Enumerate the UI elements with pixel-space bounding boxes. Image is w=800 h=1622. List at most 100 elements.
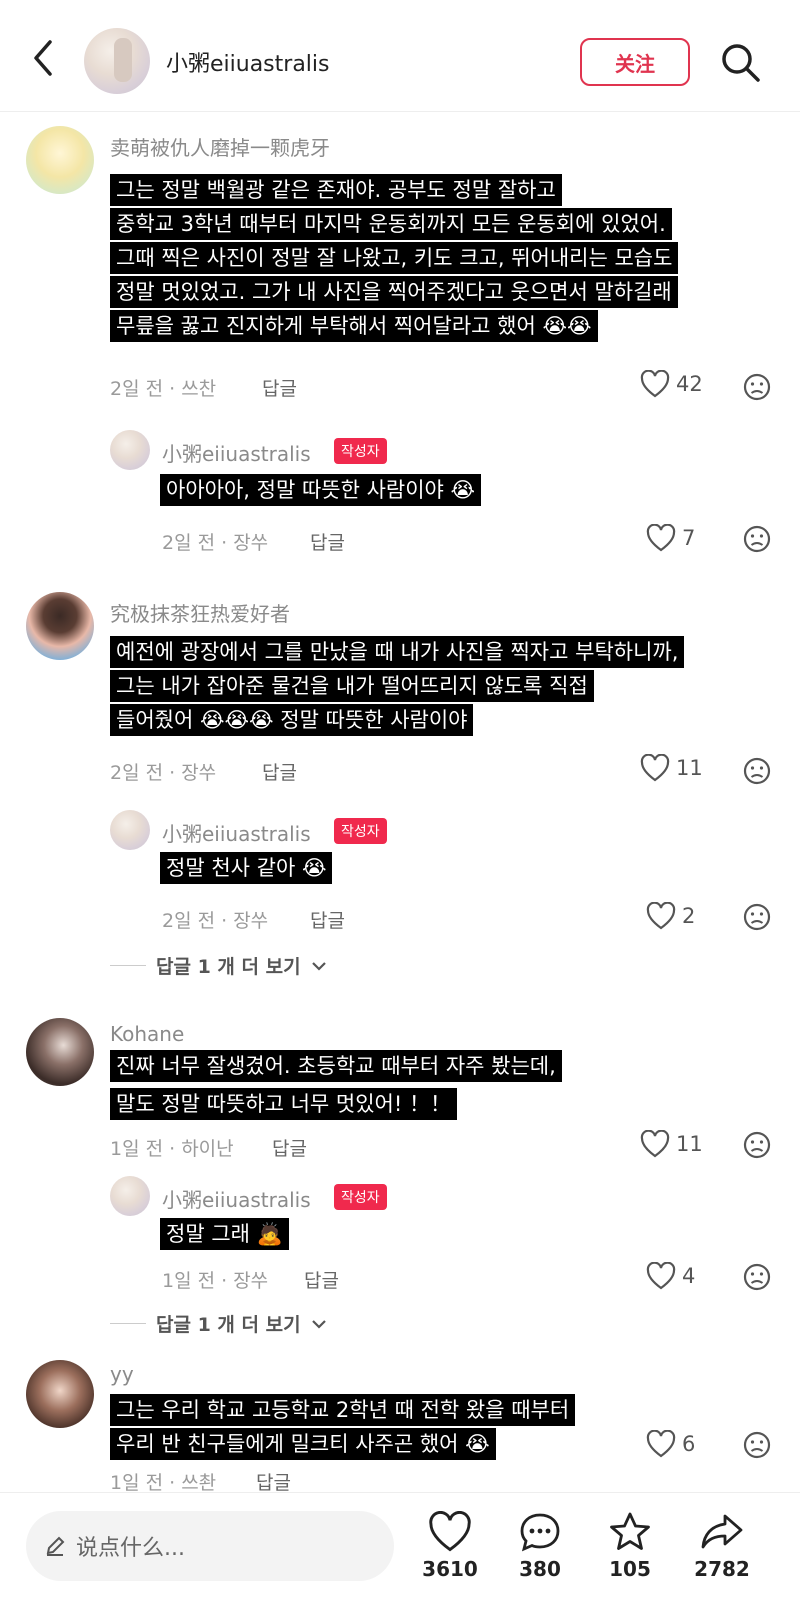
- comment-text-line: 들어줬어 😭😭😭 정말 따뜻한 사람이야: [110, 704, 474, 736]
- heart-icon: [646, 902, 676, 930]
- like-post-button[interactable]: 3610: [410, 1511, 490, 1581]
- reply-text: 정말 그래 🙇: [160, 1218, 289, 1250]
- heart-icon: [640, 370, 670, 398]
- reply-button[interactable]: 답글: [310, 528, 345, 555]
- comment-meta: 2일 전 · 쓰찬: [110, 378, 217, 400]
- reply-button[interactable]: 답글: [262, 758, 297, 785]
- dislike-icon[interactable]: [742, 524, 772, 554]
- commenter-avatar[interactable]: [26, 1018, 94, 1086]
- commenter-name[interactable]: yy: [110, 1362, 134, 1386]
- divider-line: [110, 1323, 146, 1324]
- commenter-name[interactable]: 究极抹茶狂热爱好者: [110, 598, 290, 627]
- dislike-icon[interactable]: [742, 902, 772, 932]
- comment-text-line: 말도 정말 따뜻하고 너무 멋있어! ！！: [110, 1088, 457, 1120]
- top-bar: 小粥eiiuastralis 关注: [0, 0, 800, 112]
- share-button[interactable]: 2782: [682, 1511, 762, 1581]
- dislike-icon[interactable]: [742, 1130, 772, 1160]
- dislike-icon[interactable]: [742, 1262, 772, 1292]
- reply-button[interactable]: 답글: [272, 1134, 307, 1161]
- like-button[interactable]: 7: [646, 524, 695, 552]
- post-like-count: 3610: [422, 1557, 478, 1581]
- reply-button[interactable]: 답글: [256, 1468, 291, 1495]
- comment-bubble-icon: [520, 1513, 560, 1552]
- dislike-icon[interactable]: [742, 1430, 772, 1460]
- back-icon[interactable]: [28, 38, 60, 78]
- author-reply-name[interactable]: 小粥eiiuastralis: [162, 1184, 311, 1213]
- like-button[interactable]: 11: [640, 1130, 703, 1158]
- comment-text-line: 그는 내가 잡아준 물건을 내가 떨어뜨리지 않도록 직접: [110, 670, 594, 702]
- author-avatar[interactable]: [84, 28, 150, 94]
- heart-icon: [640, 754, 670, 782]
- author-reply-avatar[interactable]: [110, 430, 150, 470]
- show-more-replies-button[interactable]: 답글 1 개 더 보기: [110, 1310, 327, 1337]
- like-count: 42: [676, 372, 703, 396]
- commenter-name[interactable]: Kohane: [110, 1022, 184, 1046]
- comment-text-line: 그때 찍은 사진이 정말 잘 나왔고, 키도 크고, 뛰어내리는 모습도: [110, 242, 679, 274]
- show-more-replies-button[interactable]: 답글 1 개 더 보기: [110, 952, 327, 979]
- comment-meta: 2일 전 · 장쑤: [110, 762, 217, 784]
- star-icon: [610, 1512, 650, 1550]
- reply-button[interactable]: 답글: [310, 906, 345, 933]
- like-count: 11: [676, 1132, 703, 1156]
- reply-text: 아아아아, 정말 따뜻한 사람이야 😭: [160, 474, 482, 506]
- reply-button[interactable]: 답글: [304, 1266, 339, 1293]
- commenter-name[interactable]: 卖萌被仇人磨掉一颗虎牙: [110, 132, 330, 161]
- dislike-icon[interactable]: [742, 756, 772, 786]
- author-reply-name[interactable]: 小粥eiiuastralis: [162, 818, 311, 847]
- comment-input[interactable]: 说点什么...: [26, 1511, 394, 1581]
- author-name[interactable]: 小粥eiiuastralis: [166, 46, 330, 78]
- commenter-avatar[interactable]: [26, 592, 94, 660]
- heart-icon: [646, 1430, 676, 1458]
- reply-meta: 1일 전 · 장쑤: [162, 1270, 269, 1292]
- like-button[interactable]: 4: [646, 1262, 695, 1290]
- favorite-button[interactable]: 105: [590, 1511, 670, 1581]
- comment-input-placeholder: 说点什么...: [76, 1536, 185, 1561]
- like-count: 2: [682, 904, 696, 928]
- heart-icon: [646, 524, 676, 552]
- like-button[interactable]: 42: [640, 370, 703, 398]
- comment-text-line: 정말 멋있었고. 그가 내 사진을 찍어주겠다고 웃으면서 말하길래: [110, 276, 678, 308]
- divider-line: [110, 965, 146, 966]
- follow-button[interactable]: 关注: [580, 38, 690, 86]
- reply-text: 정말 천사 같아 😭: [160, 852, 333, 884]
- author-reply-name[interactable]: 小粥eiiuastralis: [162, 438, 311, 467]
- like-count: 4: [682, 1264, 696, 1288]
- reply-meta: 2일 전 · 장쑤: [162, 910, 269, 932]
- heart-icon: [429, 1511, 471, 1552]
- comment-text-line: 우리 반 친구들에게 밀크티 사주곤 했어 😭: [110, 1428, 496, 1460]
- heart-icon: [640, 1130, 670, 1158]
- bottom-action-bar: 说点什么... 3610 380 105 2782: [0, 1492, 800, 1622]
- like-count: 6: [682, 1432, 696, 1456]
- comment-text-line: 진짜 너무 잘생겼어. 초등학교 때부터 자주 봤는데,: [110, 1050, 562, 1082]
- comment-meta: 1일 전 · 쓰촨: [110, 1472, 217, 1494]
- like-count: 11: [676, 756, 703, 780]
- chevron-down-icon: [311, 961, 326, 971]
- post-favorite-count: 105: [609, 1557, 651, 1581]
- author-tag: 작성자: [334, 1184, 387, 1210]
- author-tag: 작성자: [334, 818, 387, 844]
- pencil-icon: [46, 1536, 65, 1556]
- comment-text-line: 그는 정말 백월광 같은 존재야. 공부도 정말 잘하고: [110, 174, 562, 206]
- commenter-avatar[interactable]: [26, 126, 94, 194]
- author-tag: 작성자: [334, 438, 387, 464]
- post-share-count: 2782: [694, 1557, 750, 1581]
- comment-text-line: 중학교 3학년 때부터 마지막 운동회까지 모든 운동회에 있었어.: [110, 208, 672, 240]
- comment-text-line: 예전에 광장에서 그를 만났을 때 내가 사진을 찍자고 부탁하니까,: [110, 636, 685, 668]
- comment-text-line: 그는 우리 학교 고등학교 2학년 때 전학 왔을 때부터: [110, 1394, 576, 1426]
- like-button[interactable]: 6: [646, 1430, 695, 1458]
- comment-button[interactable]: 380: [500, 1511, 580, 1581]
- commenter-avatar[interactable]: [26, 1360, 94, 1428]
- author-reply-avatar[interactable]: [110, 1176, 150, 1216]
- search-icon[interactable]: [720, 42, 762, 84]
- reply-meta: 2일 전 · 장쑤: [162, 532, 269, 554]
- reply-button[interactable]: 답글: [262, 374, 297, 401]
- like-button[interactable]: 11: [640, 754, 703, 782]
- comment-text-line: 무릎을 꿇고 진지하게 부탁해서 찍어달라고 했어 😭😭: [110, 310, 598, 342]
- chevron-down-icon: [311, 1319, 326, 1329]
- dislike-icon[interactable]: [742, 372, 772, 402]
- author-reply-avatar[interactable]: [110, 810, 150, 850]
- like-count: 7: [682, 526, 696, 550]
- post-comment-count: 380: [519, 1557, 561, 1581]
- like-button[interactable]: 2: [646, 902, 695, 930]
- heart-icon: [646, 1262, 676, 1290]
